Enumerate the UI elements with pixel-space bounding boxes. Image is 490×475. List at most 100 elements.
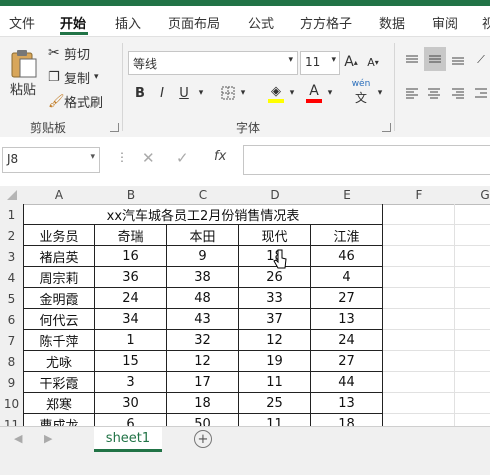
tab-page-layout[interactable]: 页面布局 [168,13,220,32]
phonetic-button[interactable]: wén 文 [348,79,374,105]
empty-cell[interactable] [383,372,455,393]
chevron-down-icon[interactable]: ▾ [325,83,335,103]
row-header-3[interactable]: 3 [0,246,24,268]
row-header-5[interactable]: 5 [0,288,24,310]
column-header-c[interactable]: C [167,186,240,205]
table-cell[interactable]: 38 [167,267,239,288]
table-title-cell[interactable]: xx汽车城各员工2月份销售情况表 [23,204,383,225]
table-cell[interactable]: 3 [95,372,167,393]
table-cell[interactable]: 12 [167,351,239,372]
table-cell[interactable]: 25 [239,393,311,414]
table-cell[interactable]: 18 [311,414,383,426]
column-header-d[interactable]: D [239,186,312,205]
grow-font-button[interactable]: A ▴ [342,51,360,73]
table-cell[interactable]: 12 [239,330,311,351]
tab-fangfang[interactable]: 方方格子 [300,13,352,32]
scroll-next-sheet-icon[interactable]: ▶ [44,432,52,445]
table-cell[interactable]: 43 [167,309,239,330]
font-color-button[interactable]: A [304,81,324,105]
font-name-select[interactable]: 等线 ▾ [128,51,298,75]
empty-cell[interactable] [383,288,455,309]
table-cell[interactable]: 6 [95,414,167,426]
table-cell[interactable]: 干彩霞 [23,372,95,393]
table-cell[interactable]: 15 [95,351,167,372]
format-painter-button[interactable]: 🖌 格式刷 [48,91,103,111]
table-cell[interactable]: 何代云 [23,309,95,330]
tab-data[interactable]: 数据 [379,13,405,32]
empty-cell[interactable] [455,330,490,351]
empty-cell[interactable] [455,414,490,426]
table-cell[interactable]: 13 [311,393,383,414]
row-header-2[interactable]: 2 [0,225,24,247]
table-cell[interactable]: 11 [239,414,311,426]
table-cell[interactable]: 46 [311,246,383,267]
empty-cell[interactable] [383,246,455,267]
table-cell[interactable]: 36 [95,267,167,288]
tab-formulas[interactable]: 公式 [248,13,274,32]
paste-button[interactable]: 粘贴 [6,43,40,103]
empty-cell[interactable] [455,267,490,288]
chevron-down-icon[interactable]: ▾ [238,83,248,103]
table-header-cell[interactable]: 奇瑞 [95,225,167,246]
empty-cell[interactable] [383,309,455,330]
column-header-b[interactable]: B [95,186,168,205]
table-cell[interactable]: 19 [239,351,311,372]
row-header-10[interactable]: 10 [0,393,24,415]
table-cell[interactable]: 27 [311,288,383,309]
insert-function-icon[interactable]: fx [214,149,226,164]
row-header-11[interactable]: 11 [0,414,24,426]
underline-button[interactable]: U [176,83,192,103]
empty-cell[interactable] [455,351,490,372]
column-header-e[interactable]: E [311,186,384,205]
chevron-down-icon[interactable]: ▾ [287,83,297,103]
empty-cell[interactable] [383,393,455,414]
name-box[interactable]: J8 ▾ [2,147,100,173]
empty-cell[interactable] [383,414,455,426]
table-cell[interactable]: 32 [167,330,239,351]
table-cell[interactable]: 郑寒 [23,393,95,414]
table-cell[interactable]: 30 [95,393,167,414]
font-dialog-launcher[interactable] [382,123,391,132]
fill-color-button[interactable]: ◈ [266,81,286,105]
empty-cell[interactable] [383,225,455,246]
sheet-tab-sheet1[interactable]: sheet1 [94,427,162,452]
tab-home[interactable]: 开始 [60,13,86,32]
align-right-button[interactable] [448,83,468,103]
table-cell[interactable]: 37 [239,309,311,330]
empty-cell[interactable] [383,330,455,351]
row-header-1[interactable]: 1 [0,204,24,226]
tab-review[interactable]: 审阅 [432,13,458,32]
align-middle-button[interactable] [424,47,446,71]
row-header-8[interactable]: 8 [0,351,24,373]
empty-cell[interactable] [383,204,455,225]
align-left-button[interactable] [402,83,422,103]
table-cell[interactable]: 曹成龙 [23,414,95,426]
table-cell[interactable]: 24 [95,288,167,309]
table-cell[interactable]: 褚启英 [23,246,95,267]
select-all-corner[interactable] [0,186,24,205]
table-cell[interactable]: 33 [239,288,311,309]
empty-cell[interactable] [455,246,490,267]
add-sheet-button[interactable]: + [194,430,212,448]
chevron-down-icon[interactable]: ▾ [196,83,206,103]
column-header-g[interactable]: G [455,186,490,205]
tab-file[interactable]: 文件 [9,13,35,32]
table-header-cell[interactable]: 本田 [167,225,239,246]
table-cell[interactable]: 13 [311,309,383,330]
align-bottom-button[interactable] [448,49,468,71]
copy-button[interactable]: ❐ 复制 ▾ [48,67,99,87]
empty-cell[interactable] [383,267,455,288]
borders-button[interactable] [218,83,238,103]
empty-cell[interactable] [455,204,490,225]
row-header-6[interactable]: 6 [0,309,24,331]
table-header-cell[interactable]: 现代 [239,225,311,246]
table-cell[interactable]: 4 [311,267,383,288]
empty-cell[interactable] [383,351,455,372]
column-header-f[interactable]: F [383,186,456,205]
shrink-font-button[interactable]: A ▾ [364,51,382,73]
font-size-select[interactable]: 11 ▾ [300,51,340,75]
confirm-icon[interactable]: ✓ [176,149,189,167]
column-header-a[interactable]: A [23,186,96,205]
align-center-button[interactable] [424,83,444,103]
table-cell[interactable]: 44 [311,372,383,393]
